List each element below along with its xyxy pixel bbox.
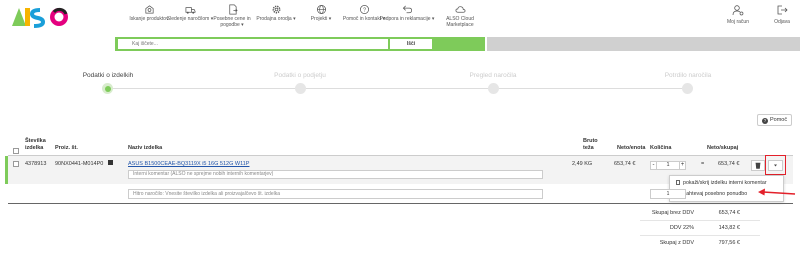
row-mfr-number: 90NX0441-M014P0	[55, 161, 104, 167]
row-checkbox[interactable]	[13, 161, 19, 167]
table-bottom-divider	[8, 203, 793, 204]
search-box-icon	[144, 5, 154, 14]
document-icon	[228, 4, 238, 15]
delete-row-button[interactable]	[751, 160, 765, 171]
logout-icon	[777, 5, 788, 15]
help-button[interactable]: ? Pomoč	[757, 114, 793, 126]
quantity-decrement-button[interactable]: -	[650, 161, 657, 170]
globe-icon	[316, 5, 326, 14]
totals-divider	[640, 235, 760, 236]
question-icon: ?	[359, 5, 369, 14]
step-label-company-data: Podatki o podjetju	[274, 72, 326, 79]
step-connector	[300, 88, 493, 89]
step-label-order-review: Pregled naročila	[469, 72, 517, 79]
nav-item-support[interactable]: Podpora in reklamacije ▾	[379, 4, 435, 23]
menu-item-label: Zahtevaj posebno ponudbo	[683, 191, 748, 197]
select-all-checkbox[interactable]	[13, 148, 19, 154]
search-button[interactable]: Išči	[390, 39, 432, 49]
product-name-link[interactable]: ASUS B1500CEAE-BQ3119X i5 16G 512G W11P	[128, 161, 249, 167]
step-connector	[108, 88, 300, 89]
header-net-total: Neto/skupaj	[707, 145, 739, 151]
cloud-icon	[455, 6, 465, 13]
row-weight: 2,49 KG	[572, 161, 593, 167]
row-net-unit: 653,74 €	[614, 161, 636, 167]
my-account-label: Moj račun	[727, 19, 749, 25]
menu-item-request-special-offer[interactable]: Zahtevaj posebno ponudbo	[676, 191, 747, 197]
nav-label: ALSO Cloud Marketplace	[446, 16, 474, 28]
step-indicator	[295, 83, 306, 94]
svg-text:?: ?	[362, 8, 365, 14]
annotation-arrow	[758, 188, 796, 196]
product-color-swatch	[108, 160, 113, 165]
logout-link[interactable]: Odjava	[762, 4, 800, 25]
header-gross-weight: Bruto teža	[583, 138, 598, 151]
total-value: 797,56 €	[718, 240, 740, 246]
search-bar: Išči	[115, 37, 485, 51]
header-item-number: Številka izdelka	[25, 138, 46, 151]
truck-icon	[185, 7, 195, 14]
step-connector	[493, 88, 683, 89]
nav-item-cloud-marketplace[interactable]: ALSO Cloud Marketplace	[432, 4, 488, 28]
gear-icon	[272, 5, 280, 14]
quick-order-quantity[interactable]: 1	[650, 189, 686, 199]
trash-icon	[755, 162, 761, 169]
search-input[interactable]	[118, 39, 388, 49]
comment-icon	[676, 180, 680, 185]
quantity-input[interactable]: 1	[657, 161, 679, 170]
total-label: Skupaj z DDV	[659, 240, 694, 246]
row-net-total: 653,74 €	[718, 161, 740, 167]
logout-label: Odjava	[774, 19, 790, 25]
step-indicator-active	[102, 83, 113, 94]
highlight-box	[765, 155, 786, 175]
return-arrow-icon	[402, 5, 412, 14]
quantity-increment-button[interactable]: +	[679, 161, 686, 170]
header-product-name: Naziv izdelka	[128, 145, 163, 151]
row-item-number: 4378913	[25, 161, 47, 167]
header-quantity: Količina	[650, 145, 672, 151]
user-gear-icon	[732, 5, 744, 16]
header-mfr-number: Proiz. št.	[55, 145, 78, 151]
totals-divider	[640, 220, 760, 221]
menu-item-toggle-comment[interactable]: pokaži/skrij izdelku interni komentar	[676, 180, 767, 186]
header-net-unit: Neto/enota	[617, 145, 646, 151]
header-strip	[487, 37, 800, 51]
help-label: Pomoč	[770, 117, 788, 123]
subtotal-value: 653,74 €	[718, 210, 740, 216]
step-label-product-data: Podatki o izdelkih	[82, 72, 134, 79]
subtotal-label: Skupaj brez DDV	[651, 210, 694, 216]
also-logo[interactable]	[10, 6, 80, 28]
multiply-sign: =	[701, 161, 705, 167]
row-accent	[5, 156, 8, 184]
quick-order-input[interactable]: Hitro naročilo: Vnesite številko izdelka…	[128, 189, 543, 199]
vat-label: DDV 22%	[669, 225, 694, 231]
menu-item-label: pokaži/skrij izdelku interni komentar	[683, 180, 767, 186]
step-indicator	[682, 83, 693, 94]
nav-label: Podpora in reklamacije ▾	[379, 16, 435, 22]
my-account-link[interactable]: Moj račun	[718, 4, 758, 25]
step-label-order-confirmation: Potrdilo naročila	[664, 72, 712, 79]
step-indicator	[488, 83, 499, 94]
help-icon: ?	[762, 118, 768, 124]
vat-value: 143,82 €	[718, 225, 740, 231]
internal-comment-input[interactable]: Interni komentar (ALSO ne sprejme nobih …	[128, 170, 543, 179]
